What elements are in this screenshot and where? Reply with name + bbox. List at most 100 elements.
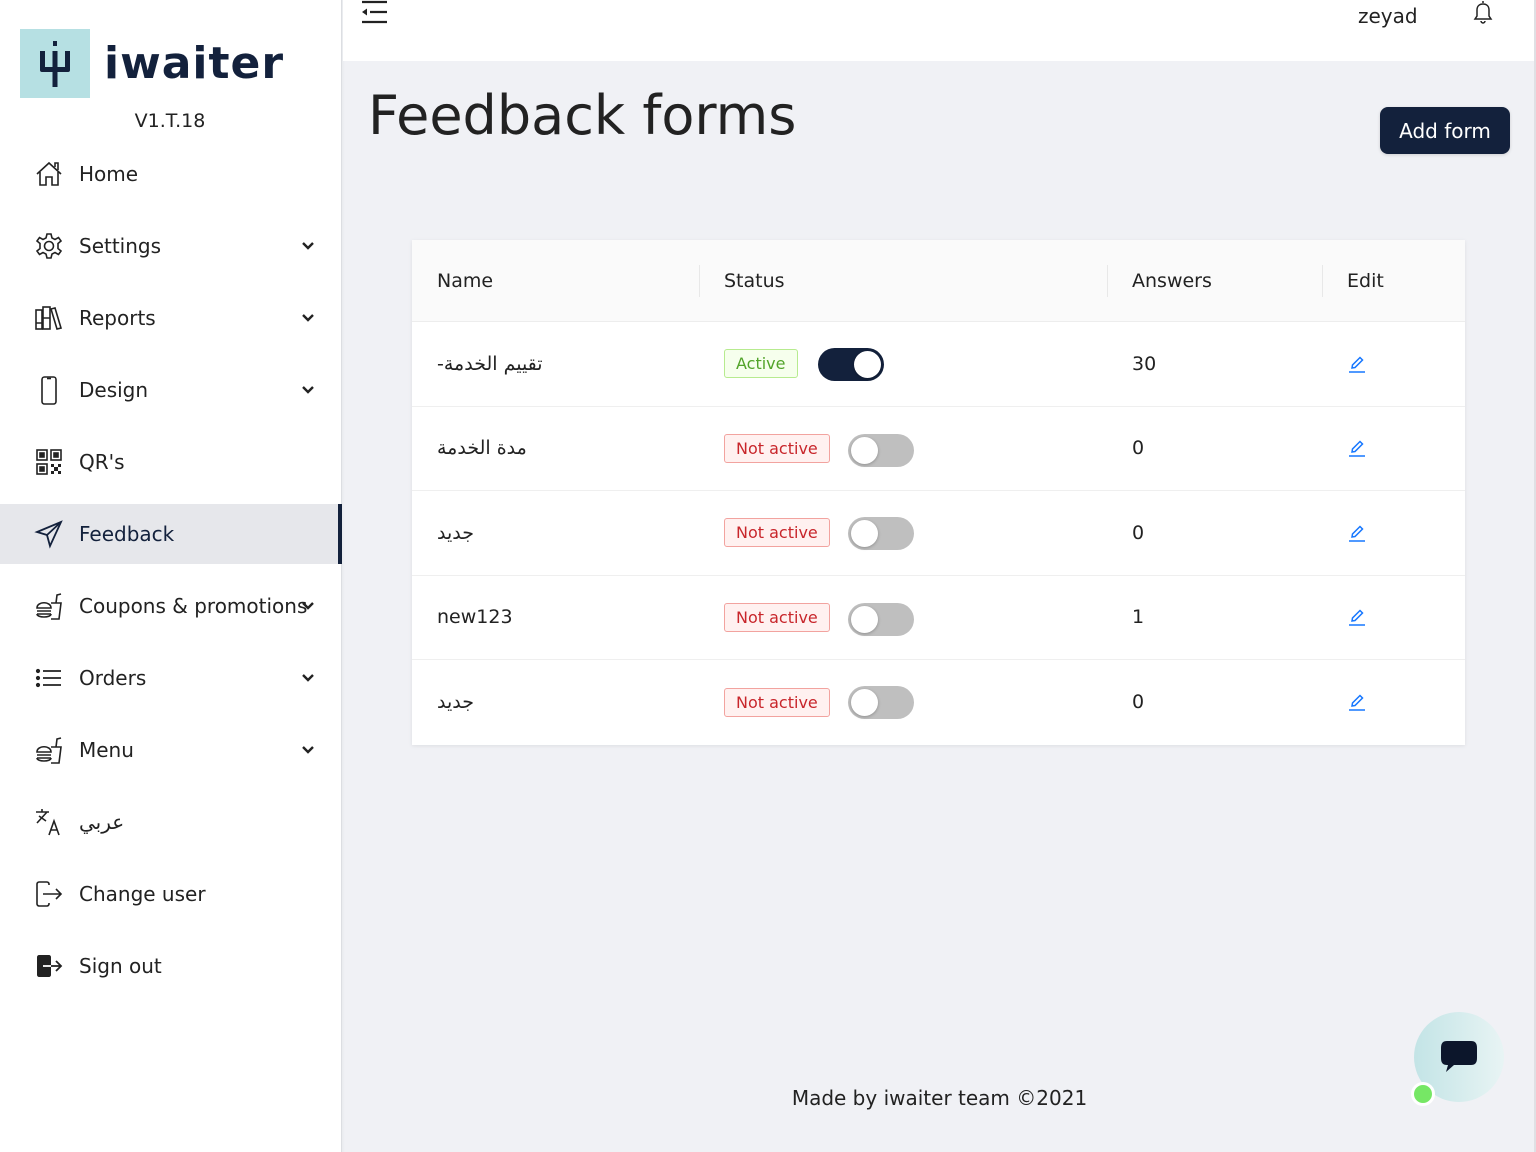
sidebar-item-label: Menu [79,738,134,762]
sidebar-item-label: Orders [79,666,147,690]
column-divider [1107,265,1108,297]
status-badge: Not active [724,433,830,463]
form-name: -تقييم الخدمة [437,352,543,375]
sidebar-item-home[interactable]: Home [0,138,342,210]
edit-icon[interactable] [1347,523,1367,543]
add-form-button[interactable]: Add form [1380,107,1510,154]
answers-count: 30 [1132,352,1157,375]
logo[interactable]: iwaiter [20,29,284,98]
toggle-knob [851,520,878,547]
status-toggle[interactable] [818,348,884,381]
toggle-knob [854,351,881,378]
bell-icon[interactable] [1471,0,1495,24]
fast-food-icon [34,591,64,621]
sidebar-item-change-user[interactable]: Change user [0,858,342,930]
sidebar-item-menu[interactable]: Menu [0,714,342,786]
status-badge: Not active [724,518,830,548]
app-version: V1.T.18 [134,110,206,132]
sidebar-item-reports[interactable]: Reports [0,282,342,354]
fast-food-icon [34,735,64,765]
chevron-down-icon [302,602,314,610]
sidebar-item-label: Home [79,162,139,186]
status-toggle[interactable] [848,602,914,636]
answers-count: 0 [1132,521,1145,544]
chevron-down-icon [302,746,314,754]
toggle-knob [851,689,878,716]
status-badge: Active [724,349,798,379]
sidebar: iwaiter V1.T.18 Home Settings Reports De… [0,0,345,1152]
sidebar-item-settings[interactable]: Settings [0,210,342,282]
sidebar-item-label: Coupons & promotions [79,594,308,618]
menu-fold-icon[interactable] [359,0,389,26]
chevron-down-icon [302,386,314,394]
translate-icon [34,807,64,837]
topbar: zeyad [343,0,1536,61]
column-header-status: Status [724,270,785,292]
column-header-name: Name [437,270,494,292]
toggle-knob [851,436,878,464]
sidebar-item-label: Change user [79,882,206,906]
sidebar-item-label: Sign out [79,954,162,978]
column-header-edit: Edit [1347,270,1384,292]
phone-icon [34,375,64,405]
table-row: new123 Not active 1 [412,576,1465,660]
sidebar-item-coupons[interactable]: Coupons & promotions [0,570,342,642]
table-row: جديد Not active 0 [412,660,1465,745]
sidebar-item-qrs[interactable]: QR's [0,426,342,498]
column-header-answers: Answers [1132,270,1212,292]
list-icon [34,663,64,693]
username[interactable]: zeyad [1358,4,1418,28]
sidebar-item-label: Settings [79,234,162,258]
send-icon [34,519,64,549]
status-toggle[interactable] [848,433,914,467]
answers-count: 0 [1132,437,1145,460]
brand-name: iwaiter [104,37,285,89]
edit-icon[interactable] [1347,438,1367,458]
logout-filled-icon [34,951,64,981]
status-toggle[interactable] [848,686,914,719]
status-badge: Not active [724,687,830,717]
sidebar-item-orders[interactable]: Orders [0,642,342,714]
page-title: Feedback forms [368,84,797,147]
sidebar-item-language[interactable]: عربي [0,786,342,858]
logout-outline-icon [34,879,64,909]
chevron-down-icon [302,242,314,250]
answers-count: 1 [1132,606,1145,629]
edit-icon[interactable] [1347,607,1367,627]
sidebar-item-label: QR's [79,450,125,474]
form-name: مدة الخدمة [437,437,527,460]
edit-icon[interactable] [1347,692,1367,712]
toggle-knob [851,605,878,633]
sidebar-item-label: عربي [79,810,125,834]
form-name: new123 [437,606,513,629]
sidebar-item-label: Reports [79,306,156,330]
sidebar-item-design[interactable]: Design [0,354,342,426]
footer: Made by iwaiter team ©2021 [343,1086,1536,1110]
home-icon [34,159,64,189]
table-row: مدة الخدمة Not active 0 [412,407,1465,491]
sidebar-item-feedback[interactable]: Feedback [0,504,342,564]
edit-icon[interactable] [1347,354,1367,374]
chevron-down-icon [302,674,314,682]
footer-text: Made by iwaiter team ©2021 [791,1086,1088,1110]
sidebar-item-sign-out[interactable]: Sign out [0,930,342,1002]
sidebar-item-label: Feedback [79,522,175,546]
gear-icon [34,231,64,261]
chat-bubble-icon [1441,1041,1477,1072]
column-divider [699,265,700,297]
form-name: جديد [437,521,474,544]
sidebar-item-label: Design [79,378,149,402]
answers-count: 0 [1132,691,1145,714]
books-icon [34,303,64,333]
feedback-forms-table: Name Status Answers Edit -تقييم الخدمة A… [412,240,1465,745]
table-header: Name Status Answers Edit [412,240,1465,322]
chevron-down-icon [302,314,314,322]
qr-code-icon [34,447,64,477]
table-row: جديد Not active 0 [412,491,1465,576]
form-name: جديد [437,691,474,714]
column-divider [1322,265,1323,297]
sidebar-nav: Home Settings Reports Design QR's Feedba… [0,138,342,1002]
status-badge: Not active [724,602,830,632]
status-toggle[interactable] [848,517,914,550]
online-status-indicator [1411,1082,1435,1106]
